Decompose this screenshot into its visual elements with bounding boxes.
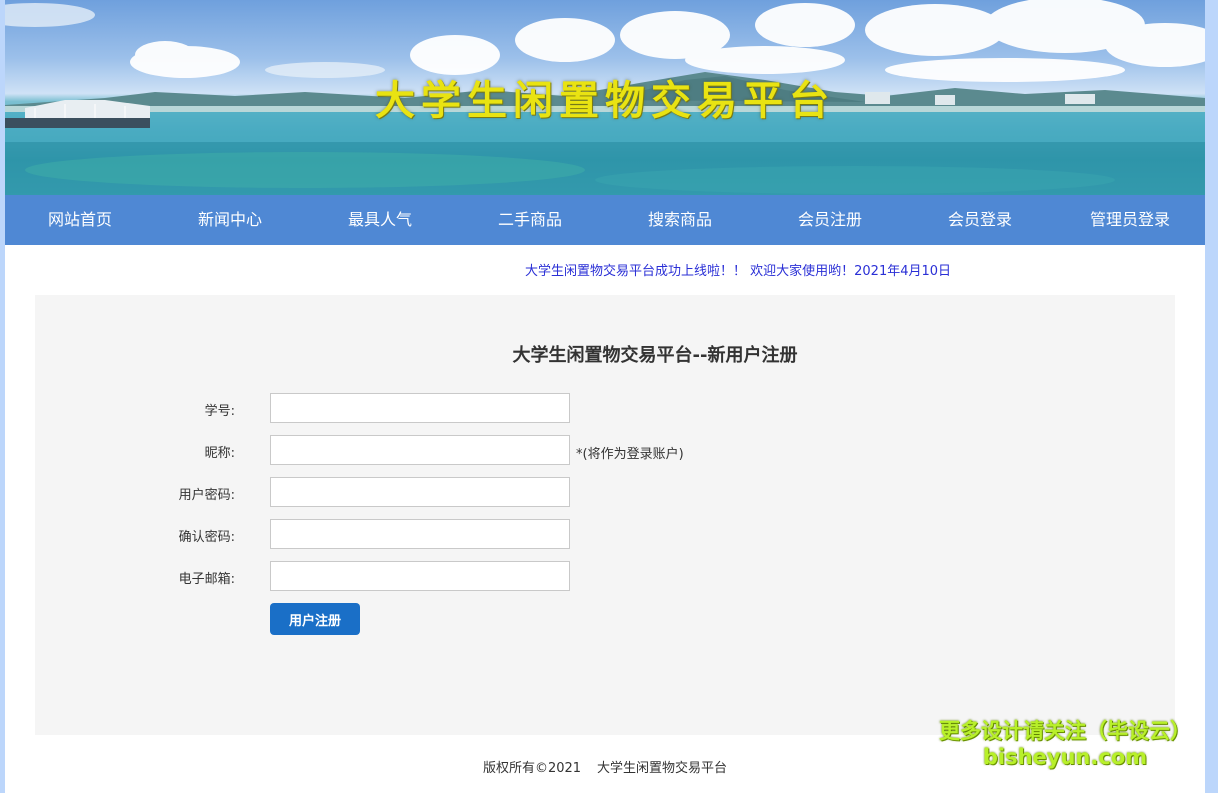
nickname-label: 昵称: <box>204 446 235 461</box>
nav-item-used-goods[interactable]: 二手商品 <box>455 195 605 245</box>
nav-item-register[interactable]: 会员注册 <box>755 195 905 245</box>
form-row-nickname: 昵称: *(将作为登录账户) <box>35 435 1175 467</box>
form-row-confirm-password: 确认密码: <box>35 519 1175 551</box>
email-input[interactable] <box>270 561 570 591</box>
student-id-label: 学号: <box>204 404 235 419</box>
nickname-hint: *(将作为登录账户) <box>576 447 684 462</box>
watermark-line2: bisheyun.com <box>982 745 1148 769</box>
form-row-student-id: 学号: <box>35 393 1175 425</box>
watermark-line1: 更多设计请关注（毕设云） <box>939 719 1191 743</box>
form-row-email: 电子邮箱: <box>35 561 1175 593</box>
nav-item-popular[interactable]: 最具人气 <box>305 195 455 245</box>
nav-item-login[interactable]: 会员登录 <box>905 195 1055 245</box>
nav-item-admin-login[interactable]: 管理员登录 <box>1055 195 1205 245</box>
student-id-input[interactable] <box>270 393 570 423</box>
email-label: 电子邮箱: <box>178 572 235 587</box>
password-input[interactable] <box>270 477 570 507</box>
form-title: 大学生闲置物交易平台--新用户注册 <box>512 345 798 366</box>
nickname-input[interactable] <box>270 435 570 465</box>
banner-title: 大学生闲置物交易平台 <box>375 77 835 124</box>
page: 大学生闲置物交易平台 网站首页 新闻中心 最具人气 二手商品 搜索商品 会员注册… <box>5 0 1205 793</box>
watermark: 更多设计请关注（毕设云） bisheyun.com <box>935 718 1195 770</box>
nav-item-home[interactable]: 网站首页 <box>5 195 155 245</box>
marquee-notice: 大学生闲置物交易平台成功上线啦！！ 欢迎大家使用哟！2021年4月10日 <box>525 264 952 279</box>
banner: 大学生闲置物交易平台 <box>5 0 1205 195</box>
main-nav: 网站首页 新闻中心 最具人气 二手商品 搜索商品 会员注册 会员登录 管理员登录 <box>5 195 1205 245</box>
register-button[interactable]: 用户注册 <box>270 603 360 635</box>
password-label: 用户密码: <box>178 488 235 503</box>
nav-item-search[interactable]: 搜索商品 <box>605 195 755 245</box>
form-row-password: 用户密码: <box>35 477 1175 509</box>
footer-site-name: 大学生闲置物交易平台 <box>597 761 728 776</box>
nav-item-news[interactable]: 新闻中心 <box>155 195 305 245</box>
confirm-password-input[interactable] <box>270 519 570 549</box>
register-panel: 大学生闲置物交易平台--新用户注册 学号: 昵称: *(将作为登录账户) 用户密… <box>35 295 1175 735</box>
footer-copyright: 版权所有©2021 <box>482 761 582 776</box>
confirm-password-label: 确认密码: <box>178 530 235 545</box>
